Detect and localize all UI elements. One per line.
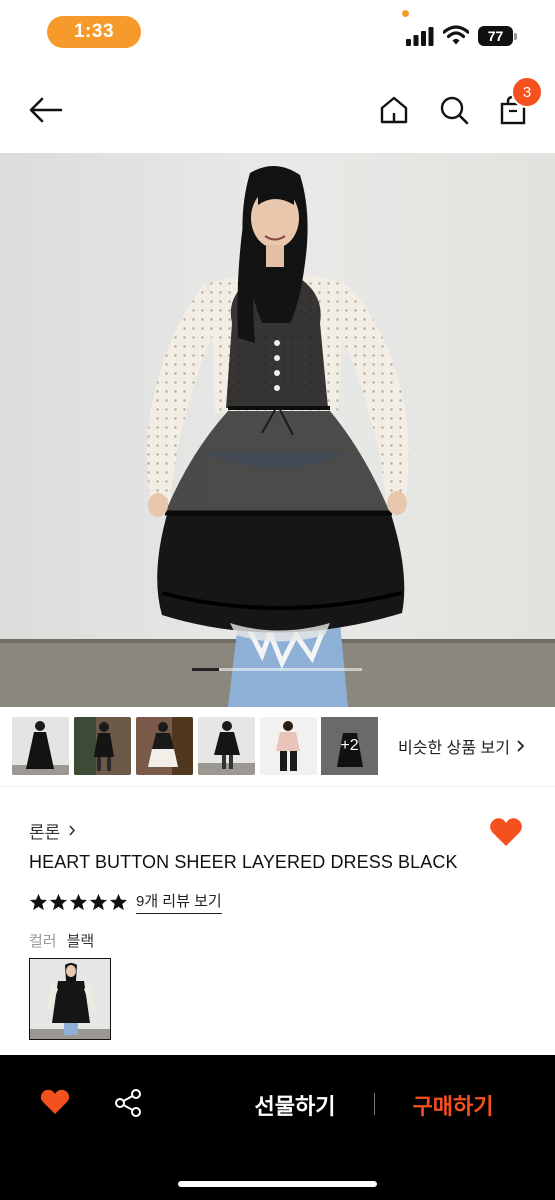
search-button[interactable] xyxy=(432,88,476,132)
buy-button[interactable]: 구매하기 xyxy=(398,1089,508,1121)
product-photo xyxy=(0,153,555,707)
review-link[interactable]: 9개 리뷰 보기 xyxy=(136,890,222,914)
home-button[interactable] xyxy=(372,88,416,132)
gift-button[interactable]: 선물하기 xyxy=(240,1089,350,1121)
battery-icon: 77 xyxy=(478,26,518,46)
color-label: 컬러 xyxy=(29,933,57,950)
slide-indicator-active xyxy=(192,668,219,671)
cart-count-badge: 3 xyxy=(511,76,543,108)
star-icon xyxy=(109,893,128,910)
top-navigation xyxy=(0,70,555,150)
thumbnail-5[interactable] xyxy=(260,717,317,775)
battery-level: 77 xyxy=(478,26,513,46)
star-icon xyxy=(69,893,88,910)
star-icon xyxy=(49,893,68,910)
status-time: 1:33 xyxy=(47,16,141,48)
back-button[interactable] xyxy=(24,88,68,132)
thumbnail-strip: +2 비슷한 상품 보기 xyxy=(0,707,555,787)
thumbnail-more[interactable]: +2 xyxy=(321,717,378,775)
home-icon xyxy=(380,96,408,124)
favorite-heart-icon[interactable] xyxy=(489,816,523,848)
rating-row: 9개 리뷰 보기 xyxy=(29,890,222,914)
slide-indicator xyxy=(192,668,362,671)
color-option-swatch[interactable] xyxy=(29,958,111,1040)
product-image-gallery[interactable] xyxy=(0,153,555,707)
mic-indicator-dot xyxy=(402,10,409,17)
status-bar: 1:33 77 xyxy=(0,0,555,64)
home-indicator xyxy=(178,1181,377,1187)
like-heart-icon[interactable] xyxy=(40,1088,70,1116)
back-arrow-icon xyxy=(29,97,63,123)
thumbnail-2[interactable] xyxy=(74,717,131,775)
color-value: 블랙 xyxy=(66,933,95,950)
color-row: 컬러 블랙 xyxy=(29,930,94,951)
button-divider xyxy=(374,1093,375,1115)
product-title: HEART BUTTON SHEER LAYERED DRESS BLACK xyxy=(29,852,458,872)
similar-products-link[interactable]: 비슷한 상품 보기 xyxy=(398,734,525,758)
brand-link[interactable]: 론론 xyxy=(29,818,76,843)
star-icon xyxy=(89,893,108,910)
signal-icon xyxy=(406,27,434,46)
bottom-action-bar: 선물하기 구매하기 xyxy=(0,1055,555,1200)
star-rating xyxy=(29,893,128,912)
chevron-right-icon xyxy=(69,825,76,836)
wifi-icon xyxy=(443,25,469,45)
thumbnail-4[interactable] xyxy=(198,717,255,775)
similar-products-label: 비슷한 상품 보기 xyxy=(398,740,510,757)
thumbnail-3[interactable] xyxy=(136,717,193,775)
more-images-count: +2 xyxy=(340,737,359,754)
brand-name: 론론 xyxy=(29,823,61,842)
chevron-right-icon xyxy=(517,740,525,752)
share-icon[interactable] xyxy=(113,1088,143,1118)
thumbnail-1[interactable] xyxy=(12,717,69,775)
search-icon xyxy=(440,96,469,125)
star-icon xyxy=(29,893,48,910)
